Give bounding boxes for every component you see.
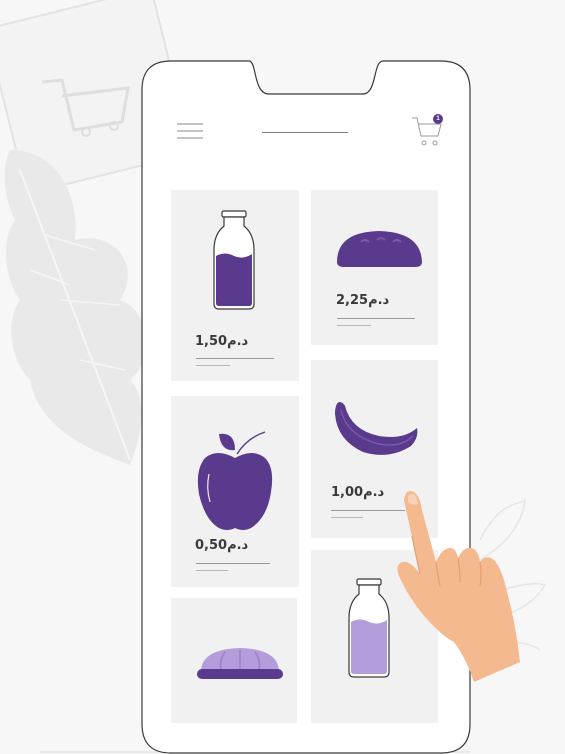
pointing-hand-illustration [397, 491, 520, 682]
price-value: 1,50 [195, 334, 228, 349]
hamburger-menu-icon [177, 123, 203, 139]
product-card[interactable]: د.م2,25 [311, 190, 438, 345]
currency-label: د.م [363, 485, 385, 500]
product-card[interactable] [171, 598, 297, 723]
cart-count-badge: 1 [433, 114, 443, 124]
milk-bottle-light-icon [348, 578, 390, 678]
apple-icon [197, 431, 273, 530]
product-card[interactable]: د.م0,50 [171, 396, 299, 587]
banana-icon [335, 402, 418, 455]
leaf-decoration [4, 150, 147, 465]
milk-bottle-icon [213, 210, 255, 310]
bread-icon [337, 231, 422, 267]
product-price: د.م1,00 [331, 485, 386, 500]
product-subtitle-placeholder [196, 365, 230, 366]
product-subtitle-placeholder [337, 325, 371, 326]
product-subtitle-placeholder [196, 570, 228, 571]
product-card[interactable]: د.م1,50 [171, 190, 299, 381]
product-name-placeholder [196, 358, 274, 359]
price-value: 0,50 [195, 538, 228, 553]
price-value: 1,00 [331, 485, 364, 500]
product-name-placeholder [196, 563, 270, 564]
product-name-placeholder [337, 318, 415, 319]
currency-label: د.م [368, 293, 390, 308]
product-price: د.م2,25 [336, 293, 391, 308]
currency-label: د.م [227, 538, 249, 553]
product-price: د.م1,50 [195, 334, 250, 349]
price-value: 2,25 [336, 293, 369, 308]
header-title-placeholder [262, 132, 348, 133]
product-subtitle-placeholder [331, 517, 363, 518]
currency-label: د.م [227, 334, 249, 349]
bun-icon [197, 648, 283, 679]
menu-button[interactable] [176, 122, 204, 140]
product-price: د.م0,50 [195, 538, 250, 553]
cart-button[interactable]: 1 [410, 114, 446, 148]
